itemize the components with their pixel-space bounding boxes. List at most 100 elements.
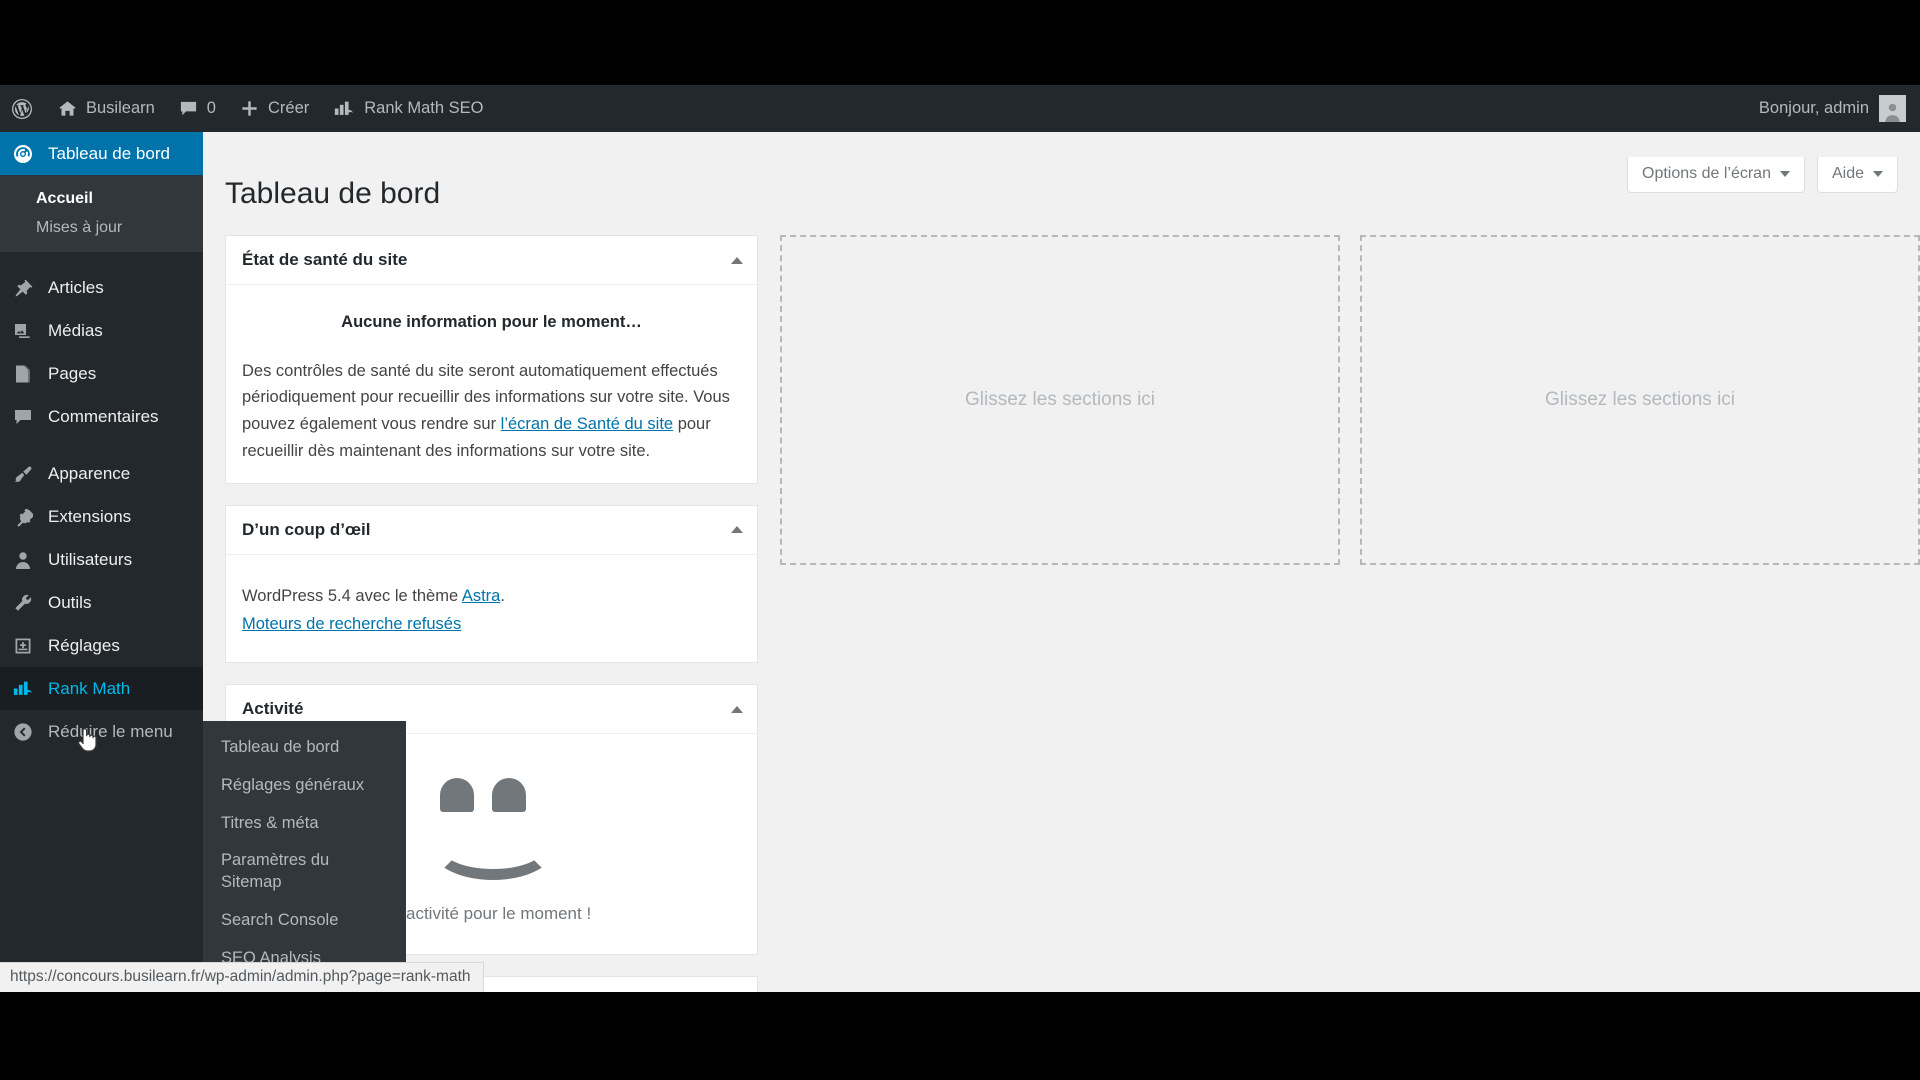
sidebar-subitem-mises-a-jour[interactable]: Mises à jour [0, 213, 203, 242]
sidebar-item-apparence-label: Apparence [48, 463, 131, 483]
adminbar-comments-count: 0 [206, 99, 216, 117]
help-button[interactable]: Aide [1816, 157, 1898, 193]
sidebar-item-medias[interactable]: Médias [0, 309, 203, 352]
flyout-item-titres-meta-label: Titres & méta [221, 813, 319, 832]
sidebar-item-rank-math-label: Rank Math [48, 678, 131, 698]
sidebar-item-commentaires-label: Commentaires [48, 406, 159, 426]
home-icon [58, 99, 77, 118]
sidebar-item-reglages[interactable]: Réglages [0, 624, 203, 667]
sidebar-item-dashboard-label: Tableau de bord [48, 143, 170, 163]
chevron-down-icon [1873, 171, 1883, 177]
adminbar-site-name-label: Busilearn [86, 99, 155, 117]
chevron-down-icon [1779, 171, 1790, 177]
wrench-icon [10, 593, 36, 613]
flyout-item-search-console-label: Search Console [221, 910, 339, 929]
sidebar-item-commentaires[interactable]: Commentaires [0, 395, 203, 438]
sidebar-separator-1 [0, 252, 203, 266]
sidebar-subitem-mises-a-jour-label: Mises à jour [36, 218, 123, 236]
smiley-mouth [431, 818, 554, 881]
browser-viewport: Busilearn 0 Créer Rank Math SEO Bonjour,… [0, 85, 1920, 992]
comment-icon [10, 407, 36, 427]
pages-icon [10, 364, 36, 384]
sidebar-item-outils-label: Outils [48, 592, 92, 612]
sidebar-item-rank-math[interactable]: Rank Math [0, 667, 211, 710]
comment-icon [179, 99, 198, 118]
media-icon [10, 321, 36, 341]
rank-math-flyout-submenu: Tableau de bord Réglages généraux Titres… [203, 721, 406, 992]
flyout-item-tableau-de-bord[interactable]: Tableau de bord [203, 729, 406, 767]
widget-at-a-glance: D’un coup d’œil WordPress 5.4 avec le th… [225, 504, 758, 664]
sidebar-item-pages[interactable]: Pages [0, 352, 203, 395]
adminbar-comments[interactable]: 0 [167, 85, 228, 132]
sidebar-subitem-accueil[interactable]: Accueil [0, 184, 203, 213]
theme-link[interactable]: Astra [462, 587, 501, 605]
pin-icon [10, 278, 36, 298]
sidebar-item-extensions[interactable]: Extensions [0, 495, 203, 538]
flyout-item-parametres-sitemap-label: Paramètres du Sitemap [221, 851, 330, 892]
help-label: Aide [1831, 165, 1864, 182]
screen-options-button[interactable]: Options de l’écran [1627, 157, 1805, 193]
sidebar-collapse-label: Réduire le menu [48, 721, 173, 741]
widget-site-health-header: État de santé du site [226, 236, 757, 285]
dropzone-column-3-label: Glissez les sections ici [1544, 389, 1736, 410]
adminbar-my-account[interactable]: Bonjour, admin [1759, 95, 1920, 122]
screen-options-label: Options de l’écran [1642, 165, 1771, 182]
wp-admin-bar: Busilearn 0 Créer Rank Math SEO Bonjour,… [0, 85, 1920, 132]
adminbar-wp-logo[interactable] [0, 85, 46, 132]
browser-status-bar-url: https://concours.busilearn.fr/wp-admin/a… [0, 962, 484, 992]
dropzone-column-2[interactable]: Glissez les sections ici [780, 235, 1340, 565]
adminbar-site-name[interactable]: Busilearn [46, 85, 167, 132]
user-avatar-icon [1879, 95, 1906, 122]
adminbar-rank-math-seo[interactable]: Rank Math SEO [321, 85, 495, 132]
chevron-up-icon[interactable] [731, 256, 743, 264]
widget-site-health: État de santé du site Aucune information… [225, 235, 758, 484]
search-engines-link[interactable]: Moteurs de recherche refusés [242, 615, 461, 633]
widget-at-a-glance-body: WordPress 5.4 avec le thème Astra. Moteu… [226, 555, 757, 662]
sidebar-item-medias-label: Médias [48, 320, 103, 340]
widget-activity-title: Activité [242, 699, 304, 719]
chevron-up-icon[interactable] [731, 526, 743, 534]
flyout-item-search-console[interactable]: Search Console [203, 902, 406, 940]
chevron-up-icon[interactable] [731, 705, 743, 713]
dropzone-column-3[interactable]: Glissez les sections ici [1360, 235, 1920, 565]
search-engines-line: Moteurs de recherche refusés [242, 611, 741, 638]
page-title: Tableau de bord [225, 177, 441, 210]
rank-math-icon [10, 679, 36, 698]
sidebar-item-outils[interactable]: Outils [0, 581, 203, 624]
flyout-item-parametres-sitemap[interactable]: Paramètres du Sitemap [203, 842, 406, 902]
adminbar-new-content-label: Créer [267, 99, 310, 117]
user-icon [10, 550, 36, 570]
flyout-item-titres-meta[interactable]: Titres & méta [203, 805, 406, 843]
smiley-eye-right [491, 778, 526, 813]
admin-sidebar-menu: Tableau de bord Accueil Mises à jour Art… [0, 132, 211, 992]
sidebar-item-articles[interactable]: Articles [0, 266, 203, 309]
sidebar-separator-2 [0, 438, 203, 452]
adminbar-new-content[interactable]: Créer [228, 85, 321, 132]
sidebar-item-dashboard[interactable]: Tableau de bord [0, 132, 211, 175]
sidebar-subitem-accueil-label: Accueil [36, 189, 93, 207]
site-health-screen-link[interactable]: l’écran de Santé du site [501, 415, 673, 433]
sidebar-collapse-menu-button[interactable]: Réduire le menu [0, 710, 203, 753]
dashboard-widgets-area: État de santé du site Aucune information… [225, 235, 1920, 992]
collapse-arrow-icon [10, 722, 36, 742]
flyout-item-tableau-de-bord-label: Tableau de bord [221, 738, 340, 756]
adminbar-greeting: Bonjour, admin [1758, 99, 1869, 117]
smiley-face-icon [422, 778, 562, 881]
sidebar-item-utilisateurs[interactable]: Utilisateurs [0, 538, 203, 581]
widget-site-health-body: Aucune information pour le moment… Des c… [226, 285, 757, 483]
at-a-glance-version-prefix: WordPress 5.4 avec le thème [242, 586, 462, 605]
brush-icon [10, 464, 36, 484]
smiley-eye-left [439, 778, 474, 813]
at-a-glance-version-line: WordPress 5.4 avec le thème Astra. [242, 583, 741, 610]
letterbox-top [0, 0, 1920, 85]
flyout-item-reglages-generaux[interactable]: Réglages généraux [203, 767, 406, 805]
sidebar-item-apparence[interactable]: Apparence [0, 452, 203, 495]
flyout-item-reglages-generaux-label: Réglages généraux [221, 775, 365, 794]
plus-icon [240, 99, 259, 118]
dashboard-icon [10, 144, 36, 164]
sidebar-item-reglages-label: Réglages [48, 635, 120, 655]
at-a-glance-version-suffix: . [500, 586, 505, 605]
sidebar-item-pages-label: Pages [48, 363, 97, 383]
widget-at-a-glance-header: D’un coup d’œil [226, 506, 757, 555]
sidebar-item-utilisateurs-label: Utilisateurs [48, 549, 133, 569]
